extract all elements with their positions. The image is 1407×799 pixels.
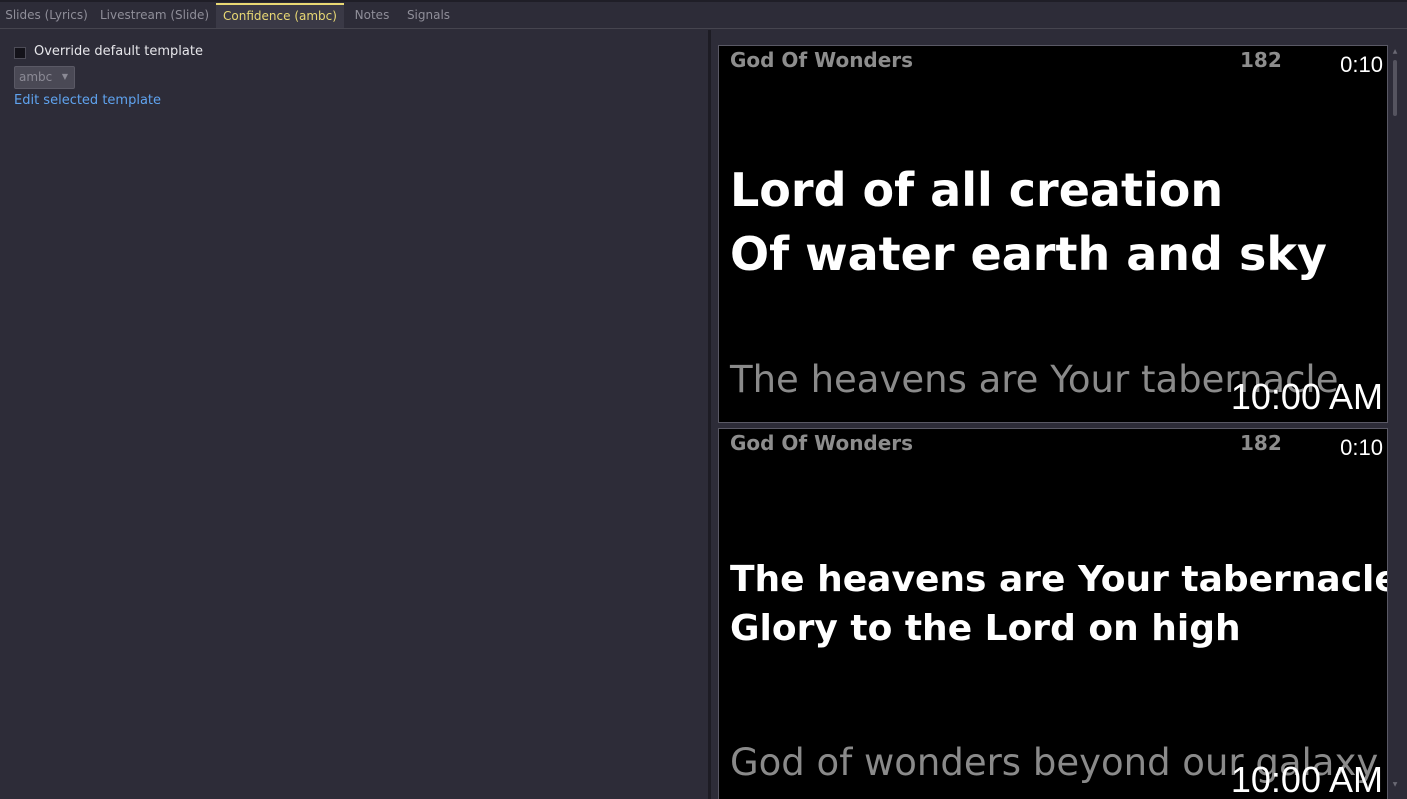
template-options-panel <box>0 30 708 799</box>
override-template-label[interactable]: Override default template <box>34 44 203 59</box>
tab-signals[interactable]: Signals <box>400 3 457 28</box>
lyric-line: Lord of all creation <box>730 163 1224 217</box>
song-number: 182 <box>1240 431 1282 455</box>
override-template-checkbox[interactable] <box>14 47 26 59</box>
tab-bar: Slides (Lyrics) Livestream (Slide) Confi… <box>0 2 1407 29</box>
chevron-down-icon: ▼ <box>61 72 68 81</box>
slide-timer: 0:10 <box>1340 52 1383 77</box>
confidence-preview-panel: God Of Wonders 182 0:10 Lord of all crea… <box>711 30 1407 799</box>
lyric-line: Glory to the Lord on high <box>730 608 1241 649</box>
lyric-line: Of water earth and sky <box>730 227 1327 281</box>
tab-notes[interactable]: Notes <box>344 3 400 28</box>
tab-slides-lyrics[interactable]: Slides (Lyrics) <box>0 3 93 28</box>
confidence-slide-preview[interactable]: God Of Wonders 182 0:10 The heavens are … <box>718 428 1388 799</box>
tab-livestream-slide[interactable]: Livestream (Slide) <box>93 3 216 28</box>
vertical-scrollbar[interactable]: ▲ ▼ <box>1391 48 1399 788</box>
scroll-up-icon[interactable]: ▲ <box>1391 48 1399 55</box>
template-select[interactable]: ambc ▼ <box>14 66 75 89</box>
clock: 10:00 AM <box>1230 759 1383 799</box>
song-title: God Of Wonders <box>730 431 914 455</box>
tab-confidence-ambc[interactable]: Confidence (ambc) <box>216 3 344 28</box>
song-title: God Of Wonders <box>730 48 914 72</box>
current-lyrics: The heavens are Your tabernacle Glory to… <box>730 555 1388 653</box>
current-lyrics: Lord of all creation Of water earth and … <box>730 158 1327 286</box>
edit-template-link[interactable]: Edit selected template <box>14 93 161 108</box>
lyric-line: The heavens are Your tabernacle <box>730 559 1388 600</box>
confidence-slide-preview[interactable]: God Of Wonders 182 0:10 Lord of all crea… <box>718 45 1388 423</box>
template-select-value: ambc <box>19 70 53 84</box>
scroll-down-icon[interactable]: ▼ <box>1391 781 1399 788</box>
scrollbar-thumb[interactable] <box>1393 60 1397 116</box>
clock: 10:00 AM <box>1230 376 1383 417</box>
song-number: 182 <box>1240 48 1282 72</box>
slide-timer: 0:10 <box>1340 435 1383 460</box>
